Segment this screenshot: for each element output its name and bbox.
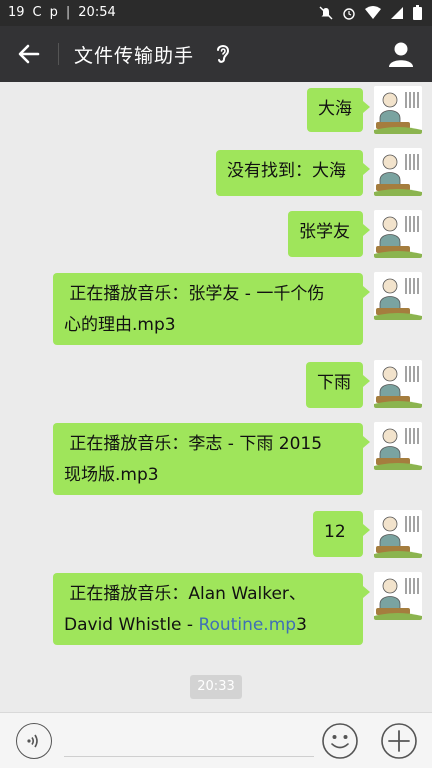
monk-avatar-icon — [374, 360, 422, 408]
message-text-part: 3 — [296, 615, 307, 635]
battery-icon — [413, 5, 422, 20]
message-bubble[interactable]: 正在播放音乐：张学友 - 一千个伤 心的理由.mp3 — [53, 273, 370, 345]
message-link[interactable]: Routine.mp — [198, 615, 296, 635]
message-bubble[interactable]: 正在播放音乐：李志 - 下雨 2015 现场版.mp3 — [53, 423, 370, 495]
smiley-icon — [322, 723, 358, 759]
voice-input-button[interactable] — [16, 723, 52, 759]
status-left: 19 C p | 20:54 — [8, 5, 116, 20]
message-bubble[interactable]: 下雨 — [306, 362, 370, 408]
message-text: 张学友 — [299, 222, 350, 242]
plus-icon — [381, 723, 417, 759]
avatar[interactable] — [374, 272, 422, 320]
message-text: 大海 — [318, 99, 352, 119]
voice-wave-icon — [27, 734, 38, 748]
alarm-icon — [342, 6, 356, 20]
monk-avatar-icon — [374, 572, 422, 620]
avatar[interactable] — [374, 148, 422, 196]
message-bubble[interactable]: 大海 — [307, 88, 370, 132]
message-text-line: David Whistle - Routine.mp3 — [64, 610, 352, 641]
message-bubble[interactable]: 正在播放音乐：Alan Walker、 David Whistle - Routi… — [53, 573, 370, 645]
chat-title: 文件传输助手 — [74, 45, 195, 67]
back-arrow-icon — [18, 44, 40, 64]
monk-avatar-icon — [374, 272, 422, 320]
message-bubble[interactable]: 张学友 — [288, 211, 370, 257]
timestamp-badge: 20:33 — [190, 675, 242, 699]
avatar[interactable] — [374, 210, 422, 258]
status-time: 20:54 — [78, 5, 116, 20]
message-text: 没有找到：大海 — [227, 161, 346, 181]
header-divider — [58, 43, 59, 65]
status-separator: | — [65, 5, 71, 20]
message-text-line: 正在播放音乐：张学友 - 一千个伤 — [64, 284, 325, 304]
message-text-line: 现场版.mp3 — [64, 465, 159, 485]
signal-icon — [390, 6, 404, 20]
message-text-line: 正在播放音乐：李志 - 下雨 2015 — [64, 434, 323, 454]
emoji-button[interactable] — [321, 722, 359, 760]
more-functions-button[interactable] — [380, 722, 418, 760]
message-bubble[interactable]: 没有找到：大海 — [216, 150, 370, 196]
monk-avatar-icon — [374, 210, 422, 258]
avatar[interactable] — [374, 360, 422, 408]
status-icons — [319, 5, 422, 20]
mute-icon — [319, 6, 333, 20]
status-bar: 19 C p | 20:54 — [0, 0, 432, 26]
status-item: C — [32, 5, 42, 20]
monk-avatar-icon — [374, 86, 422, 134]
chat-info-button[interactable] — [386, 39, 416, 69]
chat-header: 文件传输助手 — [0, 26, 432, 82]
monk-avatar-icon — [374, 422, 422, 470]
avatar[interactable] — [374, 572, 422, 620]
status-item: 19 — [8, 5, 25, 20]
monk-avatar-icon — [374, 510, 422, 558]
message-list[interactable]: 大海 没有找到：大海 张学友 正在播放音乐：张学友 - 一千个伤 心的理由.mp3… — [0, 82, 432, 712]
avatar[interactable] — [374, 86, 422, 134]
message-text: 下雨 — [317, 373, 351, 393]
message-text-line: 正在播放音乐：Alan Walker、 — [64, 584, 306, 604]
message-text-line: 心的理由.mp3 — [64, 315, 176, 335]
avatar[interactable] — [374, 510, 422, 558]
message-text: 12 — [324, 522, 346, 542]
message-text-part: David Whistle - — [64, 615, 199, 635]
input-bar — [0, 712, 432, 768]
monk-avatar-icon — [374, 148, 422, 196]
back-button[interactable] — [14, 40, 44, 68]
person-icon — [389, 42, 413, 67]
earpiece-mode-icon — [214, 41, 232, 69]
wifi-icon — [365, 5, 381, 20]
avatar[interactable] — [374, 422, 422, 470]
message-bubble[interactable]: 12 — [313, 511, 370, 557]
status-item: p — [49, 5, 58, 20]
message-input[interactable] — [64, 727, 314, 757]
